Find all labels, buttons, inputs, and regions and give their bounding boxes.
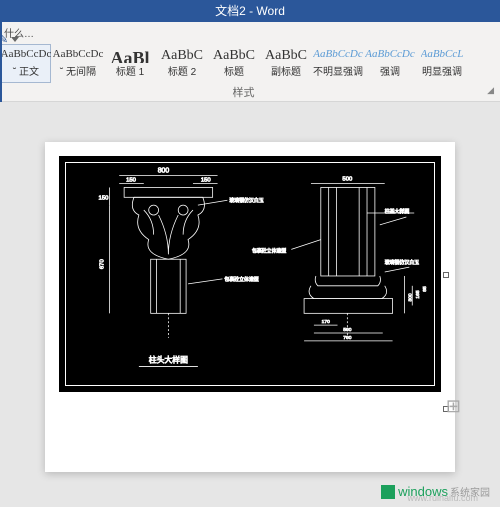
style-preview: AaBl	[110, 49, 149, 63]
svg-text:670: 670	[99, 259, 105, 270]
flag-icon	[381, 485, 395, 499]
chevron-down-icon	[11, 37, 19, 42]
style-item-0[interactable]: AaBbCcDc ˘ 正文	[1, 44, 51, 83]
page: 800 150 150 150	[45, 142, 455, 472]
style-item-6[interactable]: AaBbCcDc 不明显强调	[313, 44, 363, 83]
style-preview: AaBbC	[265, 49, 307, 63]
style-label: 标题 2	[168, 63, 196, 78]
svg-text:柱基大样图: 柱基大样图	[385, 208, 410, 215]
style-label: 标题 1	[116, 63, 144, 78]
style-preview: AaBbCcL	[421, 49, 464, 60]
svg-text:150: 150	[99, 195, 110, 201]
style-preview: AaBbCcDc	[313, 49, 362, 60]
style-label: 标题	[224, 63, 244, 78]
title-bar: 文档2 - Word	[0, 0, 500, 22]
svg-text:150: 150	[126, 178, 137, 184]
svg-text:500: 500	[343, 327, 351, 333]
svg-text:玻璃钢仿汉白玉: 玻璃钢仿汉白玉	[385, 259, 419, 266]
svg-text:700: 700	[343, 335, 351, 341]
dialog-launcher-icon[interactable]: ◢	[487, 85, 494, 101]
watermark: windows 系统家园 www.ruihaifu.com	[381, 484, 490, 499]
svg-text:150: 150	[201, 178, 212, 184]
style-preview: AaBbCcDc	[53, 49, 104, 60]
style-item-5[interactable]: AaBbC副标题	[261, 44, 311, 83]
document-canvas[interactable]: 800 150 150 150	[0, 102, 500, 507]
style-label: ˘ 正文	[13, 63, 39, 78]
style-item-1[interactable]: AaBbCcDc ˘ 无间隔	[53, 44, 103, 83]
ribbon-top-row: 什么…	[0, 22, 500, 42]
cad-drawing-image[interactable]: 800 150 150 150	[57, 154, 443, 394]
resize-handle-right[interactable]	[443, 272, 449, 278]
svg-text:800: 800	[158, 168, 170, 175]
svg-text:165: 165	[415, 290, 421, 298]
svg-text:包裹砼立体造型: 包裹砼立体造型	[252, 247, 286, 254]
style-label: 副标题	[271, 63, 301, 78]
document-title: 文档2 - Word	[215, 0, 285, 22]
style-preview: AaBbC	[161, 49, 203, 63]
ribbon: 什么… AaBbCcDc˘ 正文AaBbCcDc˘ 无间隔AaBl标题 1AaB…	[0, 22, 500, 102]
style-item-4[interactable]: AaBbC标题	[209, 44, 259, 83]
svg-text:玻璃钢仿汉白玉: 玻璃钢仿汉白玉	[229, 197, 263, 204]
style-item-7[interactable]: AaBbCcDc 强调	[365, 44, 415, 83]
svg-text:85: 85	[422, 286, 428, 292]
cad-svg: 800 150 150 150	[59, 156, 441, 392]
style-preview: AaBbCcDc	[1, 49, 52, 60]
svg-text:170: 170	[322, 319, 330, 325]
style-label: 不明显强调	[313, 63, 363, 78]
styles-gallery[interactable]: AaBbCcDc˘ 正文AaBbCcDc˘ 无间隔AaBl标题 1AaBbC标题…	[0, 42, 500, 85]
style-item-8[interactable]: AaBbCcL 明显强调	[417, 44, 467, 83]
layout-options-icon[interactable]: ⊞	[446, 396, 461, 417]
style-item-2[interactable]: AaBl标题 1	[105, 44, 155, 83]
svg-text:500: 500	[342, 177, 353, 183]
style-preview: AaBbC	[213, 49, 255, 63]
watermark-url: www.ruihaifu.com	[407, 493, 478, 503]
style-label: ˘ 无间隔	[60, 63, 96, 78]
svg-text:包裹砼立体造型: 包裹砼立体造型	[224, 276, 258, 283]
style-label: 强调	[380, 63, 400, 78]
svg-text:柱头大样图: 柱头大样图	[149, 355, 188, 365]
style-item-3[interactable]: AaBbC标题 2	[157, 44, 207, 83]
ribbon-left-fragment[interactable]: ✎	[0, 30, 18, 48]
style-label: 明显强调	[422, 63, 462, 78]
style-preview: AaBbCcDc	[365, 49, 414, 60]
ribbon-group-label: 样式	[0, 85, 487, 101]
